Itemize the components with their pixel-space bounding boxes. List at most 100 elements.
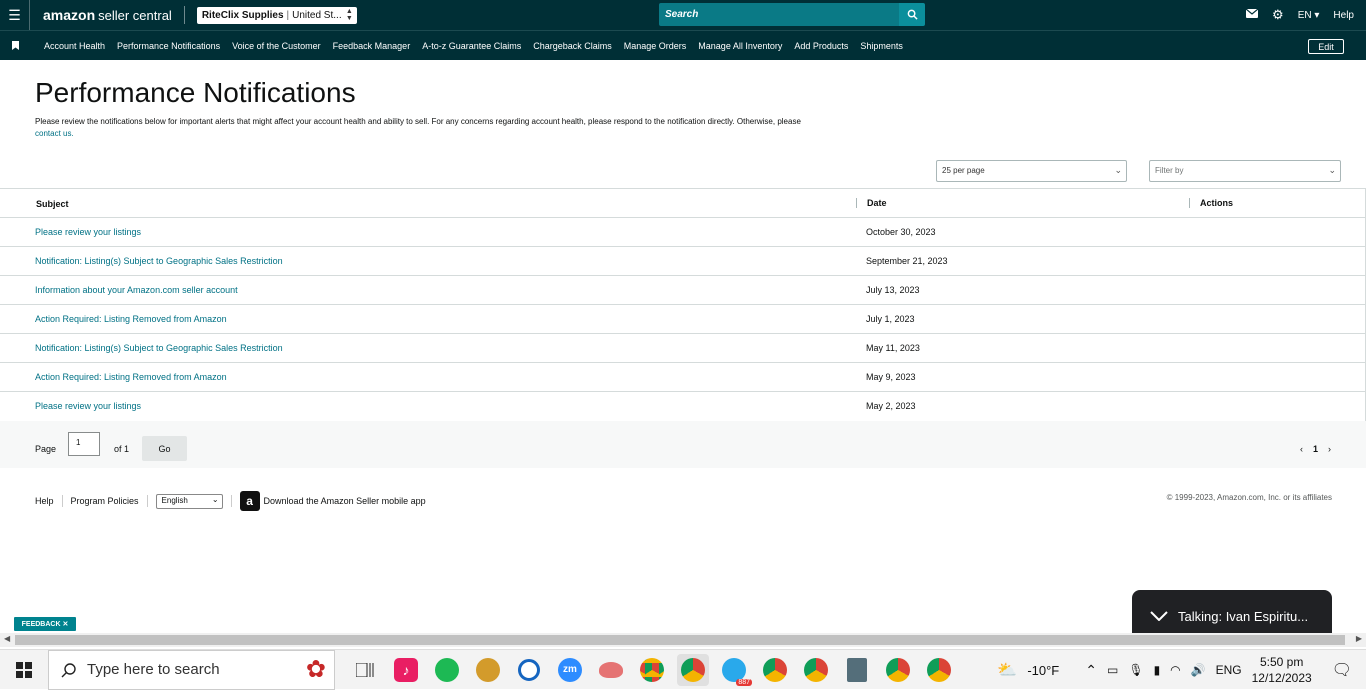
filter-placeholder: Filter by (1155, 166, 1184, 175)
taskbar-clock[interactable]: 5:50 pm 12/12/2023 (1252, 654, 1312, 686)
page-total: of 1 (114, 444, 130, 454)
meet-icon[interactable]: ▭ (1107, 663, 1118, 677)
header-date[interactable]: Date (856, 198, 887, 208)
zoom-icon[interactable]: zm (554, 654, 586, 686)
weather-temp[interactable]: -10°F (1027, 663, 1059, 678)
language-selector[interactable]: EN ▾ (1298, 10, 1320, 21)
chrome-profile-m2-icon[interactable] (800, 654, 832, 686)
nav-account-health[interactable]: Account Health (44, 41, 105, 51)
notifications-icon[interactable]: 🗨 (1332, 660, 1352, 680)
spotify-icon[interactable] (431, 654, 463, 686)
page-number-input[interactable]: 1 (68, 432, 100, 456)
volume-icon[interactable]: 🔊 (1191, 663, 1206, 677)
telegram-icon[interactable]: 887 (718, 654, 752, 686)
microphone-icon[interactable]: 🎙 (1128, 663, 1143, 677)
clock-app-icon[interactable] (513, 654, 545, 686)
search-input[interactable]: Search (659, 3, 899, 26)
bookmark-icon[interactable] (0, 41, 30, 50)
game-app-icon[interactable] (472, 654, 504, 686)
help-link[interactable]: Help (1333, 10, 1354, 21)
search-button[interactable] (899, 3, 925, 26)
store-region: United St... (292, 9, 342, 21)
notification-date: May 11, 2023 (866, 343, 920, 353)
mail-icon[interactable] (1245, 8, 1259, 21)
gear-icon[interactable]: ⚙ (1272, 7, 1284, 23)
nav-atoz-claims[interactable]: A-to-z Guarantee Claims (422, 41, 521, 51)
edit-nav-button[interactable]: Edit (1308, 39, 1344, 54)
nav-performance-notifications[interactable]: Performance Notifications (117, 41, 220, 51)
nav-manage-inventory[interactable]: Manage All Inventory (698, 41, 782, 51)
table-row: Information about your Amazon.com seller… (0, 276, 1365, 305)
snipping-tool-icon[interactable] (595, 654, 627, 686)
scrollbar-thumb[interactable] (15, 635, 1345, 645)
notification-subject-link[interactable]: Please review your listings (35, 227, 141, 237)
chrome-profile-r-icon[interactable] (923, 654, 955, 686)
current-page[interactable]: 1 (1313, 444, 1318, 454)
notification-subject-link[interactable]: Notification: Listing(s) Subject to Geog… (35, 343, 283, 353)
go-button[interactable]: Go (142, 436, 187, 461)
input-language[interactable]: ENG (1216, 663, 1242, 677)
nav-feedback-manager[interactable]: Feedback Manager (333, 41, 411, 51)
notification-subject-link[interactable]: Action Required: Listing Removed from Am… (35, 372, 227, 382)
battery-icon[interactable]: ▮ (1154, 663, 1161, 677)
nav-chargeback-claims[interactable]: Chargeback Claims (533, 41, 612, 51)
notification-subject-link[interactable]: Notification: Listing(s) Subject to Geog… (35, 256, 283, 266)
footer-language-select[interactable]: English ⌄ (155, 493, 223, 509)
per-page-value: 25 per page (942, 166, 985, 175)
program-policies-link[interactable]: Program Policies (71, 496, 139, 506)
chrome-icon[interactable] (636, 654, 668, 686)
page-navigation: ‹ 1 › (1300, 444, 1331, 454)
scroll-right-icon[interactable]: ▶ (1356, 634, 1362, 643)
clock-date: 12/12/2023 (1251, 671, 1312, 685)
logo-brand: amazon (43, 7, 96, 23)
tiktok-icon[interactable]: ♪ (390, 654, 422, 686)
windows-start-icon[interactable] (0, 650, 48, 690)
chrome-profile-m-icon[interactable] (759, 654, 791, 686)
filter-by-select[interactable]: Filter by ⌄ (1149, 160, 1341, 182)
poinsettia-icon: ✿ (305, 655, 326, 683)
horizontal-scrollbar[interactable]: ◀ ▶ (0, 633, 1366, 647)
chevron-down-icon[interactable] (1150, 611, 1168, 621)
store-selector[interactable]: RiteClix Supplies | United St... ▲ ▼ (196, 6, 357, 24)
table-row: Action Required: Listing Removed from Am… (0, 305, 1365, 334)
taskbar-search-box[interactable]: Type here to search ✿ (48, 649, 335, 690)
weather-icon[interactable]: ⛅ (997, 660, 1017, 680)
notification-subject-link[interactable]: Information about your Amazon.com seller… (35, 285, 238, 295)
chevron-right-icon[interactable]: › (1328, 444, 1331, 454)
chevron-left-icon[interactable]: ‹ (1300, 444, 1303, 454)
contact-us-link[interactable]: contact us. (35, 129, 74, 138)
download-app-link[interactable]: Download the Amazon Seller mobile app (264, 496, 426, 506)
chrome-profile-l-icon[interactable] (677, 653, 709, 686)
wifi-icon[interactable]: ◠ (1170, 663, 1180, 677)
chevron-down-icon: ⌄ (1114, 165, 1122, 175)
language-label: EN (1297, 9, 1312, 21)
notification-date: May 2, 2023 (866, 401, 916, 411)
search-icon (61, 662, 76, 677)
nav-items: Account Health Performance Notifications… (44, 41, 903, 51)
seller-central-logo[interactable]: amazon seller central (43, 7, 172, 23)
nav-add-products[interactable]: Add Products (794, 41, 848, 51)
footer-language-value: English (161, 495, 188, 505)
tray-chevron-up-icon[interactable]: ⌃ (1085, 662, 1097, 679)
per-page-select[interactable]: 25 per page ⌄ (936, 160, 1127, 182)
calculator-icon[interactable] (841, 654, 873, 686)
table-row: Notification: Listing(s) Subject to Geog… (0, 334, 1365, 363)
feedback-button[interactable]: FEEDBACK ✕ (14, 617, 76, 631)
windows-taskbar: Type here to search ✿ ♪ zm 887 ⛅ -10°F ⌃… (0, 649, 1366, 690)
notification-subject-link[interactable]: Please review your listings (35, 401, 141, 411)
nav-shipments[interactable]: Shipments (860, 41, 903, 51)
pagination-bar: Page 1 of 1 Go ‹ 1 › (0, 421, 1366, 468)
nav-manage-orders[interactable]: Manage Orders (624, 41, 687, 51)
header-subject[interactable]: Subject (36, 199, 69, 209)
intro-text: Please review the notifications below fo… (35, 116, 895, 140)
bookmarks-nav-bar: Account Health Performance Notifications… (0, 30, 1366, 60)
notification-subject-link[interactable]: Action Required: Listing Removed from Am… (35, 314, 227, 324)
footer-help-link[interactable]: Help (35, 496, 54, 506)
top-bar: ☰ amazon seller central RiteClix Supplie… (0, 0, 1366, 30)
chrome-profile-s-icon[interactable] (882, 654, 914, 686)
hamburger-menu-icon[interactable]: ☰ (0, 0, 30, 30)
task-view-icon[interactable] (349, 654, 381, 686)
nav-voice-of-customer[interactable]: Voice of the Customer (232, 41, 321, 51)
amazon-app-icon[interactable]: a (239, 491, 260, 511)
scroll-left-icon[interactable]: ◀ (4, 634, 10, 643)
